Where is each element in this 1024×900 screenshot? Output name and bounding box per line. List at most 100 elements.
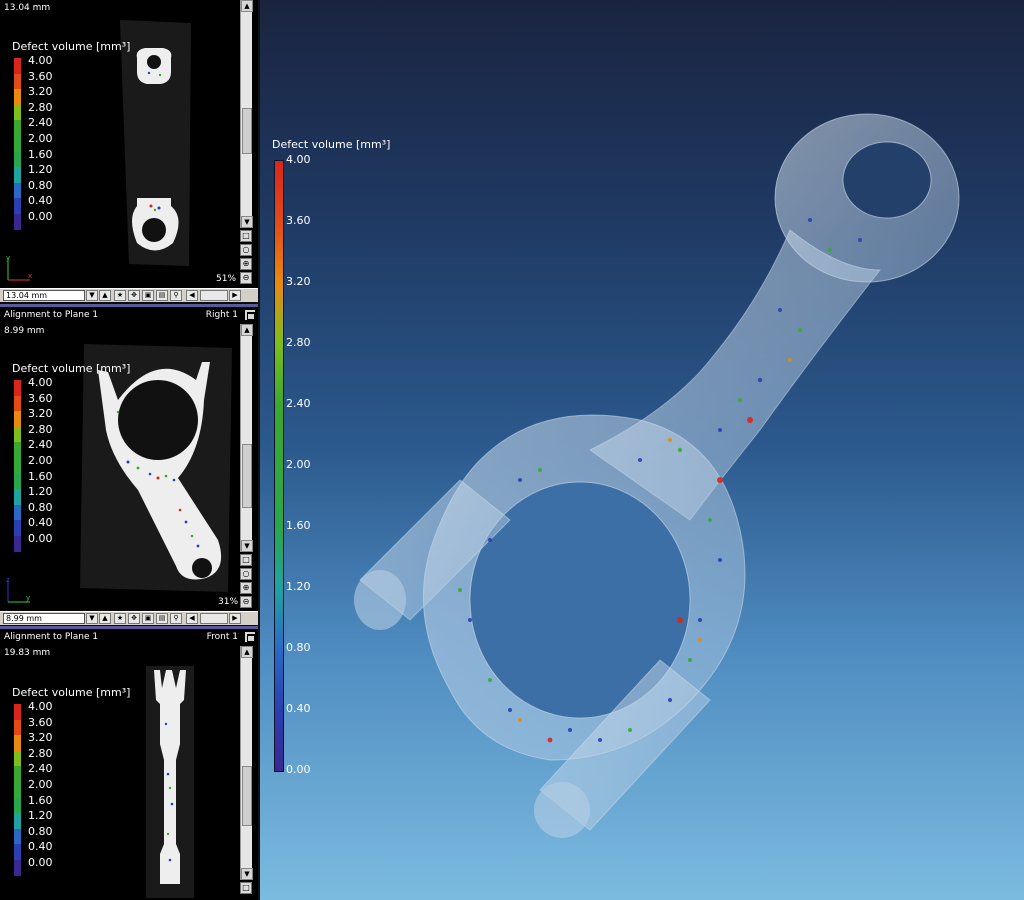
fit-view-icon[interactable]: □ [240, 882, 252, 894]
colorbar-segment [275, 466, 283, 527]
scroll-thumb[interactable] [242, 108, 252, 154]
pan-icon[interactable]: ✥ [128, 613, 140, 624]
colorbar-segment [275, 649, 283, 710]
legend-rows: 4.00 3.60 3.20 2.80 2.40 2.00 1.60 1.20 0.80 0.40… [12, 700, 130, 876]
measure-icon[interactable]: ⚲ [170, 290, 182, 301]
scroll-thumb[interactable] [242, 766, 252, 826]
vertical-scrollbar[interactable]: ▲ ▼ [240, 646, 253, 880]
colorbar-segment [275, 527, 283, 588]
combo-dropdown-icon[interactable]: ▼ [86, 613, 98, 624]
slice-distance-combo[interactable]: 8.99 mm [3, 613, 85, 624]
slice-toolbar-top: 13.04 mm ▼ ▲ ★ ✥ ▣ ▤ ⚲ ◀ ▶ [0, 288, 258, 302]
colorbar-segment [275, 405, 283, 466]
legend-swatch [14, 735, 21, 751]
legend-swatch [14, 135, 21, 152]
scroll-left-icon[interactable]: ◀ [186, 290, 198, 301]
legend-label: 1.60 [28, 147, 53, 161]
legend-row: 0.00 [12, 856, 130, 876]
zoom-out-icon[interactable]: ○ [240, 568, 252, 580]
legend-label: 4.00 [28, 376, 53, 389]
vertical-scrollbar[interactable]: ▲ ▼ [240, 324, 253, 552]
scroll-down-arrow-icon[interactable]: ▼ [241, 868, 253, 880]
legend-swatch [14, 828, 21, 845]
defect-legend: Defect volume [mm³] 4.00 3.60 3.20 2.80 2.40… [12, 686, 130, 876]
export-icon[interactable]: ▤ [156, 290, 168, 301]
step-up-icon[interactable]: ▲ [99, 290, 111, 301]
zoom-reset-icon[interactable]: ⊖ [240, 272, 252, 284]
slice-pane-front[interactable]: Alignment to Plane 1 Front 1 19.83 mm De… [0, 630, 258, 900]
legend-label: 2.80 [28, 422, 53, 436]
colorbar-segment [275, 161, 283, 222]
scroll-thumb[interactable] [242, 444, 252, 508]
scroll-up-arrow-icon[interactable]: ▲ [241, 646, 253, 658]
legend-swatch [14, 120, 21, 136]
highlight-icon[interactable]: ★ [114, 613, 126, 624]
combo-dropdown-icon[interactable]: ▼ [86, 290, 98, 301]
legend-swatch [14, 766, 21, 782]
maximize-icon[interactable] [244, 631, 256, 643]
colorbar-segment [275, 344, 283, 405]
scroll-left-icon[interactable]: ◀ [186, 613, 198, 624]
legend-swatch [14, 797, 21, 814]
legend-rows: 4.00 3.60 3.20 2.80 2.40 2.00 1.60 1.20 0.80 0.40… [12, 54, 130, 230]
scroll-up-arrow-icon[interactable]: ▲ [241, 0, 253, 12]
zoom-in-icon[interactable]: ⊕ [240, 582, 252, 594]
horizontal-scroll-track[interactable] [200, 290, 228, 301]
colorbar-tick-label: 2.80 [286, 336, 311, 349]
highlight-icon[interactable]: ★ [114, 290, 126, 301]
legend-swatch [14, 457, 21, 474]
zoom-out-icon[interactable]: ○ [240, 244, 252, 256]
svg-text:z: z [6, 576, 10, 584]
scroll-down-arrow-icon[interactable]: ▼ [241, 216, 253, 228]
slice-distance: 8.99 mm [4, 326, 45, 336]
zoom-reset-icon[interactable]: ⊖ [240, 596, 252, 608]
slice-pane-top[interactable]: 13.04 mm Defect volume [mm³] 4.00 3.60 3.2… [0, 0, 258, 290]
legend-label: 0.00 [28, 209, 53, 223]
legend-label: 1.20 [28, 163, 53, 177]
legend-row: 0.00 [12, 532, 130, 552]
connecting-rod-model [354, 113, 960, 838]
zoom-in-icon[interactable]: ⊕ [240, 258, 252, 270]
slice-views-panel: 13.04 mm Defect volume [mm³] 4.00 3.60 3.2… [0, 0, 258, 900]
colorbar-tick-label: 2.40 [286, 397, 311, 410]
pane-header-title: Alignment to Plane 1 [4, 632, 99, 642]
3d-viewport[interactable]: Defect volume [mm³] 4.00 3.60 3.20 2.80 2.40… [258, 0, 1024, 900]
colorbar-tick-label: 1.60 [286, 519, 311, 532]
scroll-down-arrow-icon[interactable]: ▼ [241, 540, 253, 552]
pane-divider[interactable] [0, 626, 258, 629]
fit-view-icon[interactable]: □ [240, 230, 252, 242]
snapshot-icon[interactable]: ▣ [142, 290, 154, 301]
slice-pane-right[interactable]: Alignment to Plane 1 Right 1 8.99 mm Def… [0, 308, 258, 610]
pane-divider[interactable] [0, 304, 258, 307]
legend-swatch [14, 58, 21, 74]
step-up-icon[interactable]: ▲ [99, 613, 111, 624]
legend-label: 2.80 [28, 100, 53, 114]
horizontal-scroll-track[interactable] [200, 613, 228, 624]
scroll-up-arrow-icon[interactable]: ▲ [241, 324, 253, 336]
axis-triad: z y [6, 576, 30, 603]
zoom-percentage: 51% [216, 274, 237, 284]
colorbar-segment [275, 222, 283, 283]
legend-label: 1.20 [28, 485, 53, 499]
fit-view-icon[interactable]: □ [240, 554, 252, 566]
legend-swatch [14, 198, 21, 214]
colorbar-tick-label: 2.00 [286, 458, 311, 471]
legend-swatch [14, 704, 21, 720]
slice-distance-combo[interactable]: 13.04 mm [3, 290, 85, 301]
vertical-scrollbar[interactable]: ▲ ▼ [240, 0, 253, 228]
snapshot-icon[interactable]: ▣ [142, 613, 154, 624]
scroll-right-icon[interactable]: ▶ [229, 613, 241, 624]
maximize-icon[interactable] [244, 309, 256, 321]
colorbar-tick-label: 3.60 [286, 214, 311, 227]
colorbar-segment [275, 588, 283, 649]
legend-swatch [14, 380, 21, 396]
measure-icon[interactable]: ⚲ [170, 613, 182, 624]
slice-distance: 13.04 mm [4, 3, 51, 13]
colorbar-tick-label: 1.20 [286, 580, 311, 593]
pan-icon[interactable]: ✥ [128, 290, 140, 301]
legend-label: 3.20 [28, 731, 53, 745]
scroll-right-icon[interactable]: ▶ [229, 290, 241, 301]
export-icon[interactable]: ▤ [156, 613, 168, 624]
legend-label: 2.00 [28, 777, 53, 791]
legend-label: 2.00 [28, 453, 53, 467]
